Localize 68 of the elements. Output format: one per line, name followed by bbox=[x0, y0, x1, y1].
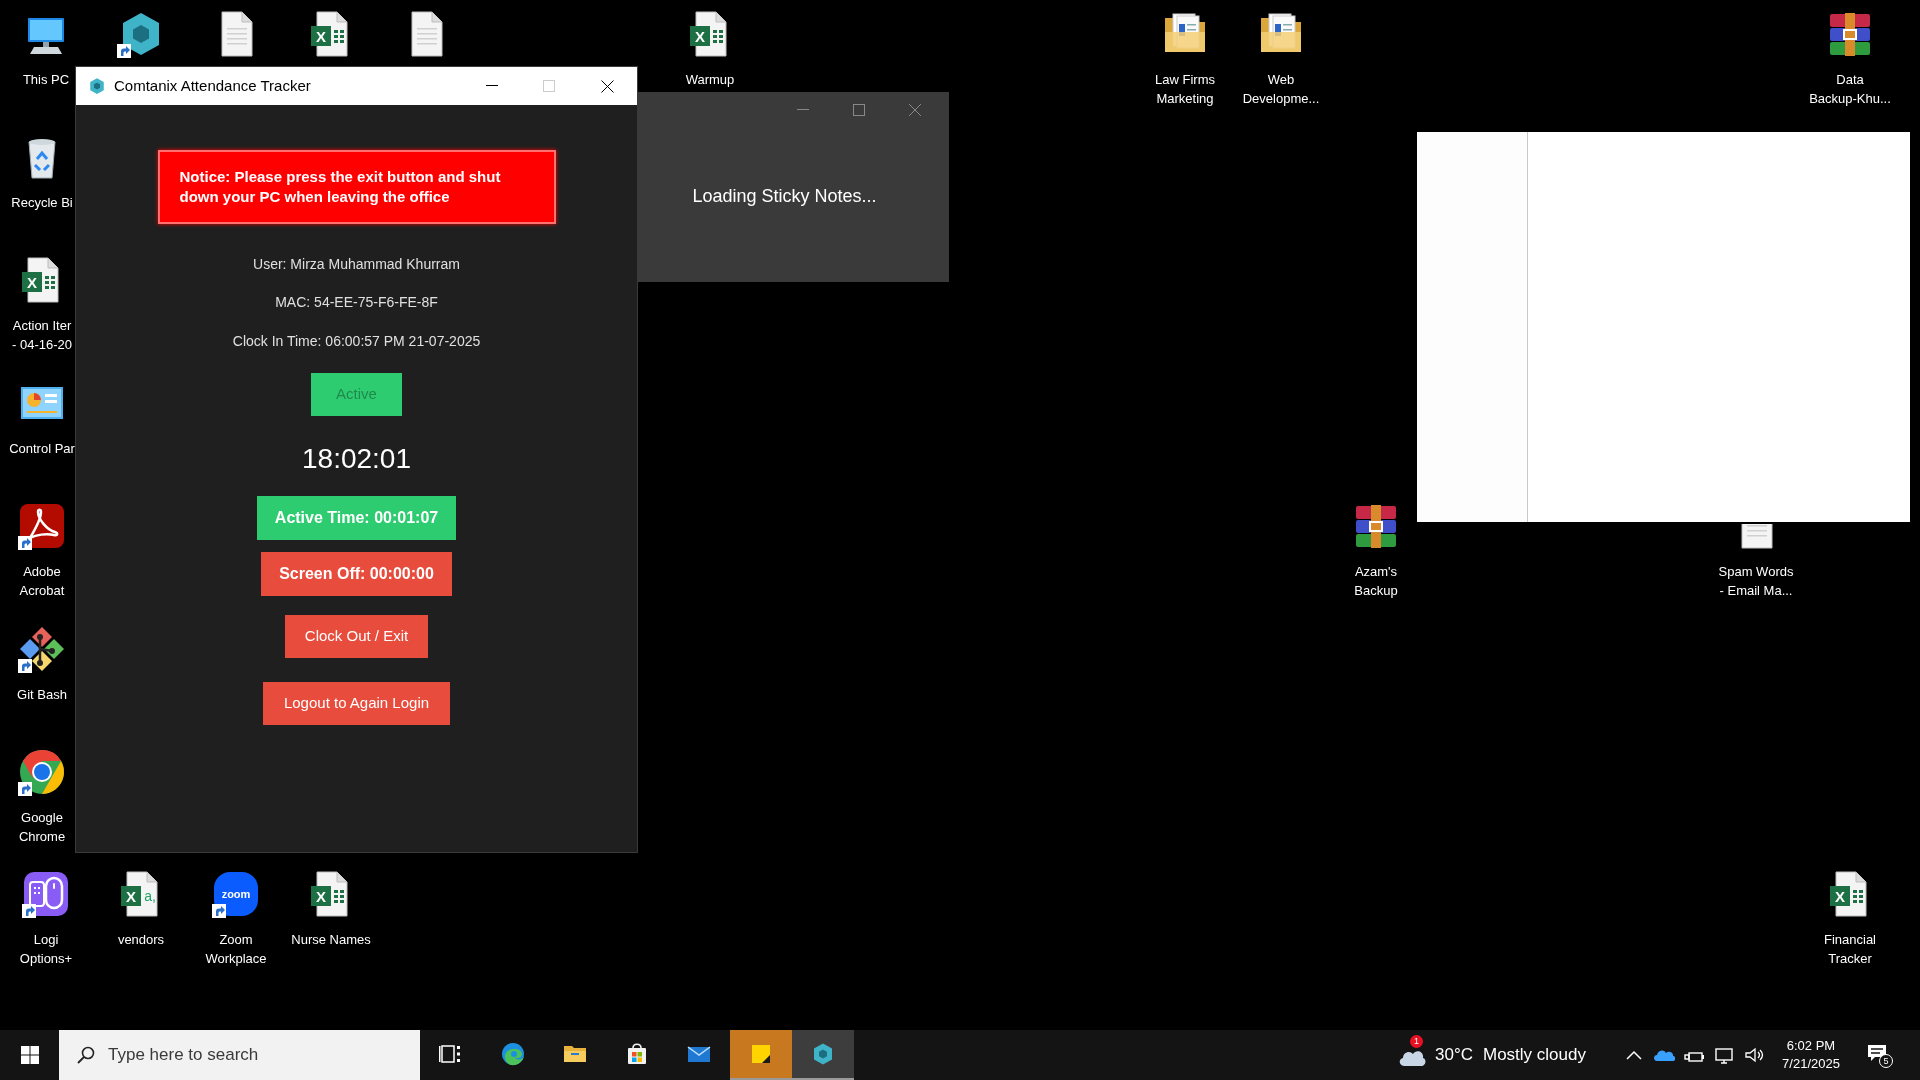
icon-label: Spam Words bbox=[1718, 563, 1794, 581]
taskbar-clock[interactable]: 6:02 PM 7/21/2025 bbox=[1769, 1030, 1853, 1080]
notification-badge: 1 bbox=[1410, 1035, 1423, 1048]
close-icon bbox=[909, 104, 921, 116]
timer-label: Active Time: 00:01:07 bbox=[256, 496, 457, 540]
icon-label: Google bbox=[21, 809, 63, 827]
info-text: MAC: 54-EE-75-F6-FE-8F bbox=[275, 294, 438, 310]
maximize-icon bbox=[542, 80, 555, 92]
action-button[interactable]: Clock Out / Exit bbox=[284, 615, 429, 658]
temperature-text: 30°C bbox=[1435, 1044, 1473, 1067]
info-text: User: Mirza Muhammad Khurram bbox=[253, 256, 460, 272]
notification-icon bbox=[1867, 1044, 1887, 1062]
icon-label: Azam's bbox=[1354, 563, 1398, 581]
minimize-icon bbox=[485, 85, 498, 87]
notification-count: 5 bbox=[1879, 1054, 1893, 1068]
maximize-icon bbox=[853, 104, 865, 116]
icon-label: Logi bbox=[33, 931, 59, 949]
icon-label: Financial bbox=[1824, 931, 1876, 949]
icon-label: Zoom bbox=[219, 931, 253, 949]
icon-label: Action Iter bbox=[12, 317, 72, 335]
video-app-icon[interactable]: zoom bbox=[212, 870, 260, 918]
icon-label: Tracker bbox=[1828, 950, 1872, 968]
window-title: Comtanix Attendance Tracker bbox=[114, 75, 311, 96]
info-text: Clock In Time: 06:00:57 PM 21-07-2025 bbox=[232, 333, 481, 349]
icon-label: This PC bbox=[22, 71, 70, 89]
sticky-note-icon bbox=[749, 1042, 773, 1066]
icon-label: Acrobat bbox=[19, 582, 65, 600]
weather-condition: Mostly cloudy bbox=[1483, 1044, 1586, 1067]
icon-label: Warmup bbox=[685, 71, 735, 89]
weather-widget[interactable]: 1 30°C Mostly cloudy bbox=[1390, 1030, 1619, 1080]
icon-label: Adobe bbox=[23, 563, 61, 581]
hexagon-icon bbox=[88, 77, 106, 95]
close-icon bbox=[600, 79, 614, 93]
icon-label: - Email Ma... bbox=[1719, 582, 1793, 600]
icon-label: Workplace bbox=[205, 950, 267, 968]
icon-label: Git Bash bbox=[17, 686, 67, 704]
action-button[interactable]: Logout to Again Login bbox=[262, 682, 451, 725]
icon-label: Web bbox=[1267, 71, 1295, 89]
minimize-icon bbox=[797, 109, 809, 111]
shopping-bag-icon bbox=[625, 1042, 649, 1066]
icon-label: Chrome bbox=[18, 828, 66, 846]
icon-label: Recycle Bi bbox=[11, 194, 73, 212]
icon-label: Marketing bbox=[1156, 90, 1214, 108]
icon-label: Backup bbox=[1354, 582, 1398, 600]
timer-label: Screen Off: 00:00:00 bbox=[261, 552, 452, 596]
pdf-app-icon[interactable] bbox=[18, 502, 66, 550]
browser-icon[interactable] bbox=[18, 748, 66, 796]
browser-icon bbox=[501, 1042, 525, 1066]
mouse-app-icon[interactable] bbox=[22, 870, 70, 918]
search-icon bbox=[77, 1046, 95, 1064]
windows-icon bbox=[20, 1046, 39, 1064]
icon-label: Law Firms bbox=[1155, 71, 1215, 89]
icon-label: Nurse Names bbox=[291, 931, 371, 949]
notifications-button[interactable]: 5 bbox=[1853, 1030, 1907, 1080]
loading-message: Loading Sticky Notes... bbox=[692, 185, 877, 208]
notice-banner: Notice: Please press the exit button and shut down your PC when leaving the office bbox=[157, 150, 556, 224]
icon-label: Developme... bbox=[1242, 90, 1320, 108]
icon-label: Control Par bbox=[9, 440, 75, 458]
icon-label: Options+ bbox=[19, 950, 73, 968]
hexagon-icon bbox=[811, 1042, 835, 1066]
diamond-icon[interactable] bbox=[18, 625, 66, 673]
search-field[interactable]: Type here to search bbox=[59, 1030, 420, 1080]
icon-label: vendors bbox=[117, 931, 165, 949]
task-view-icon bbox=[439, 1042, 463, 1066]
icon-label: Data bbox=[1836, 71, 1864, 89]
icon-label: - 04-16-20 bbox=[12, 336, 72, 354]
clock-display: 18:02:01 bbox=[302, 442, 411, 476]
icon-label: Backup-Khu... bbox=[1809, 90, 1891, 108]
